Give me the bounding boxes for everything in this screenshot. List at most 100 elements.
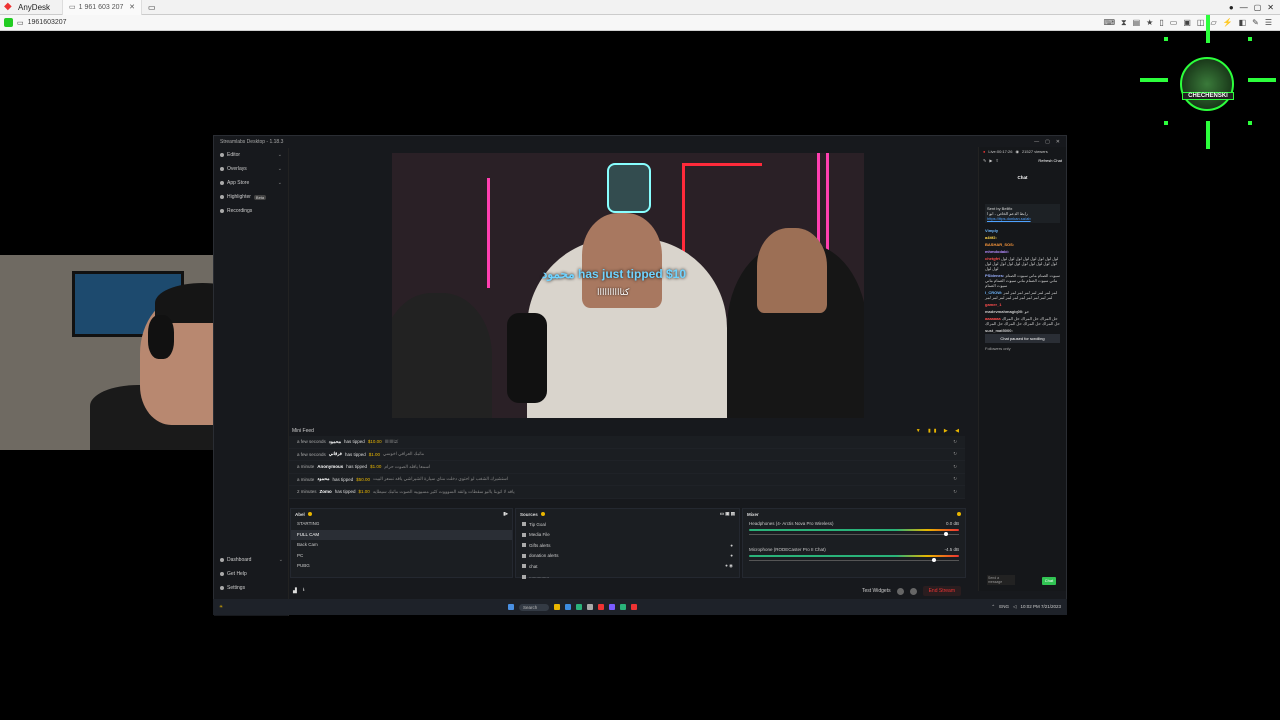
language-indicator[interactable]: ENG — [999, 604, 1009, 610]
nav-get-help[interactable]: Get Help — [214, 567, 289, 581]
test-widgets-label[interactable]: Test Widgets — [862, 588, 891, 594]
replay-icon[interactable]: ↻ — [953, 439, 957, 445]
chat-username[interactable]: mhmdodabi: — [985, 249, 1009, 254]
scene-tools-icon[interactable]: ▮▸ — [503, 511, 508, 517]
account-icon[interactable]: ● — [1229, 3, 1234, 12]
chat-username[interactable]: a4itf2: — [985, 235, 997, 240]
weather-icon[interactable]: ☀ — [219, 604, 223, 610]
performance-icon[interactable]: ▟ — [293, 588, 297, 594]
lightning-icon[interactable]: ⚡ — [1223, 18, 1233, 28]
source-item[interactable]: ................ — [516, 572, 739, 583]
close-window-icon[interactable]: ✕ — [1267, 3, 1274, 12]
nav-editor[interactable]: Editor ⌄ — [214, 148, 288, 162]
visibility-icon[interactable]: ● ◉ — [725, 563, 733, 569]
pen-icon[interactable]: ✎ — [1252, 18, 1259, 28]
star-icon[interactable]: ★ — [1146, 18, 1153, 28]
chat-username[interactable]: madevmahmagiq00: — [985, 309, 1023, 314]
store-icon[interactable] — [576, 604, 583, 610]
chat-message-input[interactable]: Send a message — [987, 575, 1015, 585]
download-icon[interactable]: ⭳ — [303, 587, 305, 595]
source-item[interactable]: donation alerts ● — [516, 551, 739, 562]
source-item[interactable]: chat ● ◉ — [516, 561, 739, 572]
menu-icon[interactable]: ☰ — [1265, 18, 1272, 28]
nav-dashboard[interactable]: Dashboard ⌄ — [214, 553, 289, 567]
replay-icon[interactable]: ↻ — [953, 476, 957, 482]
scene-collection-title[interactable]: Abel — [295, 512, 305, 517]
record-button[interactable] — [896, 587, 904, 595]
mixer-settings-icon[interactable] — [957, 512, 961, 516]
sl-minimize-icon[interactable]: — — [1034, 139, 1039, 145]
settings-app-icon[interactable] — [587, 604, 594, 610]
lock-icon[interactable]: ● — [730, 553, 733, 558]
source-item[interactable]: Media File — [516, 530, 739, 541]
scene-item[interactable]: PUBG — [291, 561, 512, 572]
replay-icon[interactable]: ↻ — [953, 489, 957, 495]
source-item[interactable]: Gifts alerts ● — [516, 540, 739, 551]
replay-buffer-button[interactable] — [909, 587, 917, 595]
nav-app-store[interactable]: App Store ⌄ — [214, 176, 288, 190]
clipboard-icon[interactable]: ▤ — [1133, 18, 1141, 28]
nav-settings[interactable]: Settings — [214, 581, 289, 595]
youtube-icon[interactable] — [598, 604, 605, 610]
anydesk-app-icon[interactable] — [631, 604, 638, 610]
new-tab-icon[interactable]: ▭ — [148, 3, 156, 12]
volume-slider[interactable] — [749, 558, 959, 562]
hourglass-icon[interactable]: ⧗ — [1121, 18, 1127, 28]
share-icon[interactable]: ⇪ — [995, 158, 998, 163]
stream-preview[interactable]: محمود has just tipped $10 كثاااااااااا — [392, 153, 864, 418]
slider-knob[interactable] — [931, 558, 936, 562]
streamlabs-app-icon[interactable] — [620, 604, 627, 610]
refresh-chat-button[interactable]: Refresh Chat — [1038, 158, 1062, 163]
keyboard-icon[interactable]: ⌨ — [1103, 18, 1115, 28]
chat-username[interactable]: BASHAR_SOS: — [985, 242, 1014, 247]
replay-icon[interactable]: ↻ — [953, 451, 957, 457]
anydesk-session-tab[interactable]: ▭ 1 961 603 207 ✕ — [62, 0, 143, 15]
monitor-tool-icon[interactable]: ▭ — [1170, 18, 1178, 28]
source-tools-icon[interactable]: ▭ ▣ ▤ — [720, 511, 735, 517]
clock[interactable]: 10:02 PM 7/21/2023 — [1020, 604, 1061, 610]
sl-close-icon[interactable]: ✕ — [1056, 139, 1060, 145]
nav-overlays[interactable]: Overlays ⌄ — [214, 162, 288, 176]
screenshot-icon[interactable]: ◧ — [1239, 18, 1247, 28]
pinned-link[interactable]: https://ttps.donkan.sa/ab — [987, 216, 1058, 221]
scene-item[interactable]: STARTING — [291, 519, 512, 530]
source-item[interactable]: Tip Goal — [516, 519, 739, 530]
chat-username[interactable]: gamer_1 — [985, 302, 1001, 307]
mini-feed-controls[interactable]: ▼ ▮▮ ▶ ◀ — [916, 428, 962, 434]
settings-icon[interactable] — [307, 512, 312, 516]
nav-recordings[interactable]: Recordings — [214, 204, 288, 218]
file-icon[interactable]: ▯ — [1159, 18, 1163, 28]
sl-maximize-icon[interactable]: ▢ — [1045, 139, 1050, 145]
volume-icon[interactable]: ◁ — [1013, 604, 1016, 610]
tray-chevron-icon[interactable]: ⌃ — [991, 604, 995, 610]
chat-send-button[interactable]: Chat — [1042, 577, 1056, 585]
end-stream-button[interactable]: End Stream — [922, 586, 961, 596]
chat-paused-banner[interactable]: Chat paused for scrolling — [985, 334, 1060, 343]
close-tab-icon[interactable]: ✕ — [129, 3, 135, 11]
discord-icon[interactable] — [609, 604, 616, 610]
add-source-icon[interactable] — [540, 512, 545, 516]
scene-item[interactable]: PC — [291, 551, 512, 562]
edge-icon[interactable] — [565, 604, 572, 610]
minimize-icon[interactable]: — — [1240, 3, 1248, 12]
feed-amount: $1.00 — [370, 464, 382, 470]
chat-username[interactable]: sust_mat5000: — [985, 328, 1013, 333]
scene-item-selected[interactable]: FULL CAM — [291, 529, 512, 540]
lock-icon[interactable]: ● — [730, 543, 733, 548]
edit-icon[interactable]: ✎ — [983, 158, 986, 163]
address-value[interactable]: 1961603207 — [28, 19, 67, 26]
play-icon[interactable]: ▶ — [989, 158, 992, 163]
scene-item[interactable]: Back Cam — [291, 540, 512, 551]
start-icon[interactable] — [508, 604, 515, 610]
taskbar-search[interactable]: Search — [519, 603, 550, 611]
window-icon[interactable]: ◫ — [1197, 18, 1205, 28]
slider-knob[interactable] — [944, 532, 949, 536]
chat-icon[interactable]: ▱ — [1210, 18, 1216, 28]
nav-highlighter[interactable]: Highlighter Beta — [214, 190, 288, 204]
file-explorer-icon[interactable] — [554, 604, 561, 610]
replay-icon[interactable]: ↻ — [953, 464, 957, 470]
volume-slider[interactable] — [749, 532, 959, 536]
maximize-icon[interactable]: ▢ — [1254, 3, 1262, 12]
display-icon[interactable]: ▣ — [1183, 18, 1191, 28]
chat-username[interactable]: Vimply — [985, 228, 998, 233]
